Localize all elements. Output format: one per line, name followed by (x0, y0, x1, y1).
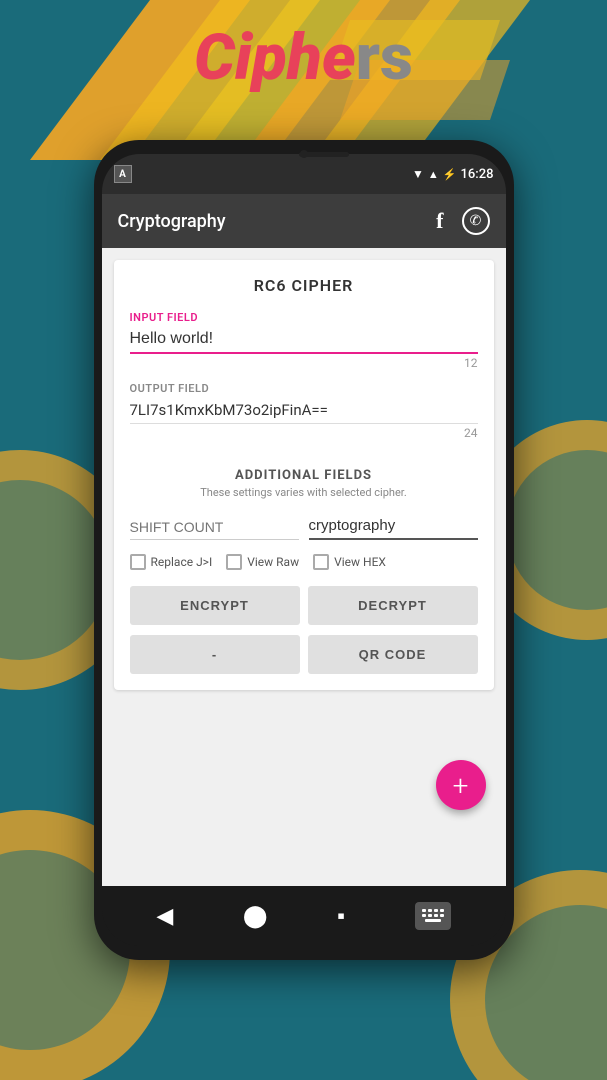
nav-bar: ◀ ⬤ ▪ (102, 886, 506, 946)
wifi-icon: ▲ (428, 168, 439, 181)
fab-plus-icon: + (453, 769, 469, 802)
battery-charging-icon: ⚡ (443, 168, 457, 181)
status-right: ▼ ▲ ⚡ 16:28 (412, 167, 493, 182)
cipher-card: RC6 CIPHER INPUT FIELD 12 OUTPUT FIELD 7… (114, 260, 494, 690)
phone-frame: A ▼ ▲ ⚡ 16:28 Cryptography f ✆ RC6 CIPHE… (94, 140, 514, 960)
main-content: RC6 CIPHER INPUT FIELD 12 OUTPUT FIELD 7… (102, 248, 506, 886)
app-bar-title: Cryptography (118, 211, 226, 232)
decrypt-button[interactable]: DECRYPT (308, 586, 478, 625)
input-field-label: INPUT FIELD (130, 311, 478, 324)
output-section: OUTPUT FIELD 7LI7s1KmxKbM73o2ipFinA== 24 (130, 382, 478, 440)
status-time: 16:28 (461, 167, 494, 182)
additional-fields-section: ADDITIONAL FIELDS These settings varies … (130, 456, 478, 674)
cryptography-input[interactable] (309, 513, 478, 540)
crypto-field (309, 513, 478, 540)
signal-icon: ▼ (412, 167, 424, 181)
output-field-label: OUTPUT FIELD (130, 382, 478, 395)
input-char-count: 12 (130, 356, 478, 370)
view-raw-label: View Raw (247, 555, 299, 569)
checkboxes-row: Replace J>I View Raw View HEX (130, 554, 478, 570)
qr-code-button[interactable]: QR CODE (308, 635, 478, 674)
replace-ji-checkbox[interactable] (130, 554, 146, 570)
facebook-icon[interactable]: f (436, 208, 443, 234)
encrypt-decrypt-row: ENCRYPT DECRYPT (130, 586, 478, 625)
status-left: A (114, 165, 132, 183)
dash-qrcode-row: - QR CODE (130, 635, 478, 674)
input-field[interactable] (130, 326, 478, 354)
fab-button[interactable]: + (436, 760, 486, 810)
output-char-count: 24 (130, 426, 478, 440)
additional-subtitle: These settings varies with selected ciph… (130, 486, 478, 499)
speaker (299, 152, 349, 157)
phone-screen: A ▼ ▲ ⚡ 16:28 Cryptography f ✆ RC6 CIPHE… (102, 154, 506, 946)
home-nav-icon[interactable]: ⬤ (243, 904, 268, 929)
replace-ji-checkbox-item: Replace J>I (130, 554, 213, 570)
keyboard-nav-icon[interactable] (415, 902, 451, 930)
shift-row (130, 513, 478, 540)
recents-nav-icon[interactable]: ▪ (337, 903, 345, 929)
app-bar: Cryptography f ✆ (102, 194, 506, 248)
view-hex-checkbox[interactable] (313, 554, 329, 570)
view-raw-checkbox-item: View Raw (226, 554, 299, 570)
view-hex-label: View HEX (334, 555, 386, 569)
back-nav-icon[interactable]: ◀ (156, 904, 173, 929)
view-hex-checkbox-item: View HEX (313, 554, 386, 570)
app-bar-icons: f ✆ (436, 207, 489, 235)
cipher-title: RC6 CIPHER (130, 276, 478, 295)
status-bar: A ▼ ▲ ⚡ 16:28 (102, 154, 506, 194)
dash-button[interactable]: - (130, 635, 300, 674)
app-title: Ciphers (0, 20, 607, 95)
status-a-indicator: A (114, 165, 132, 183)
encrypt-button[interactable]: ENCRYPT (130, 586, 300, 625)
additional-title: ADDITIONAL FIELDS (130, 468, 478, 483)
shift-count-field (130, 515, 299, 540)
view-raw-checkbox[interactable] (226, 554, 242, 570)
shift-count-input[interactable] (130, 515, 299, 540)
whatsapp-icon[interactable]: ✆ (462, 207, 490, 235)
output-value: 7LI7s1KmxKbM73o2ipFinA== (130, 397, 478, 424)
replace-ji-label: Replace J>I (151, 555, 213, 569)
